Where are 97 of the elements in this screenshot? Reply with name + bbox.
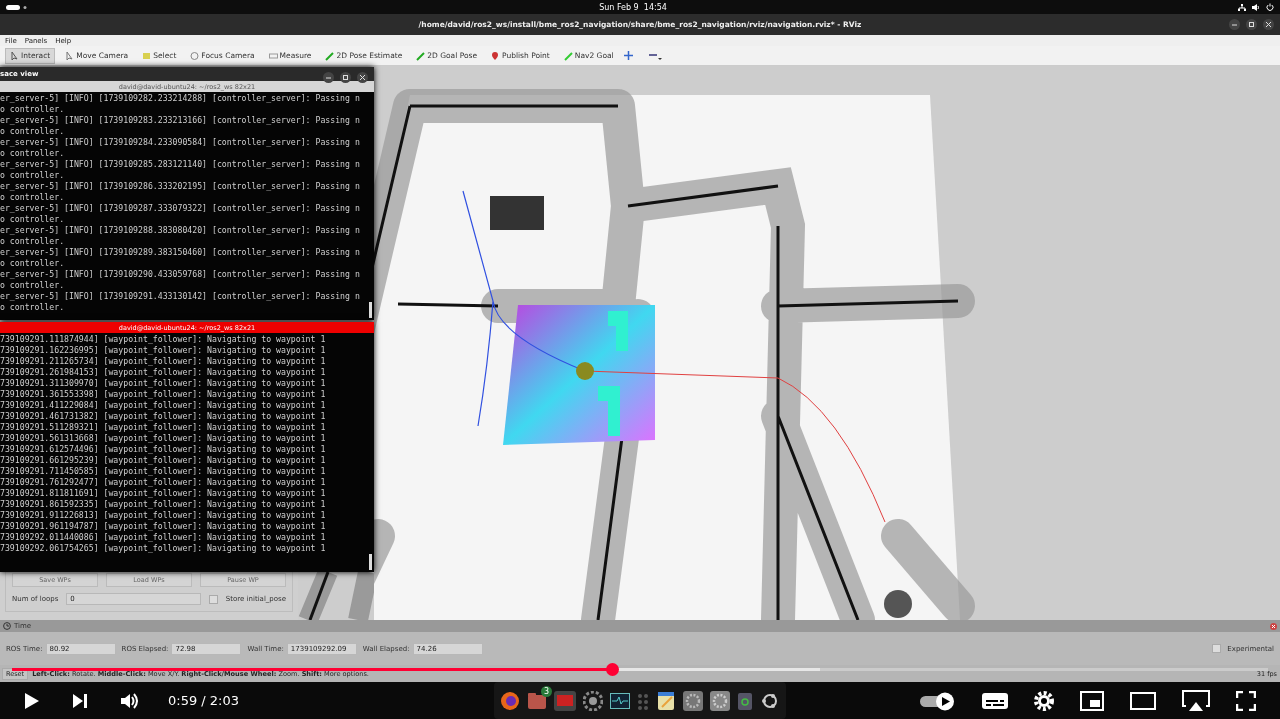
log-line: 739109291.711450585] [waypoint_follower]: Navigating to waypoint 1 bbox=[0, 466, 326, 477]
close-button[interactable] bbox=[1263, 19, 1274, 30]
log-line: er_server-5] [INFO] [1739109288.383080420] [controller_server]: Passing n bbox=[0, 225, 360, 236]
log-line: 739109291.111874944] [waypoint_follower]: Navigating to waypoint 1 bbox=[0, 334, 326, 345]
log-line: 739109291.261984153] [waypoint_follower]: Navigating to waypoint 1 bbox=[0, 367, 326, 378]
log-line: o controller. bbox=[0, 170, 65, 181]
fullscreen-icon bbox=[1236, 690, 1256, 711]
log-line: 739109291.911226813] [waypoint_follower]: Navigating to waypoint 1 bbox=[0, 510, 326, 521]
log-line: er_server-5] [INFO] [1739109290.433059768] [controller_server]: Passing n bbox=[0, 269, 360, 280]
gear-icon[interactable] bbox=[583, 690, 603, 711]
clock[interactable]: Sun Feb 9 14:54 bbox=[599, 2, 667, 12]
add-tool-icon[interactable] bbox=[648, 51, 663, 60]
log-line: 739109291.811811691] [waypoint_follower]: Navigating to waypoint 1 bbox=[0, 488, 326, 499]
gear-icon[interactable] bbox=[683, 690, 703, 711]
log-line: o controller. bbox=[0, 280, 65, 291]
play-button[interactable] bbox=[24, 691, 40, 710]
log-line: o controller. bbox=[0, 302, 65, 313]
log-line: 739109291.961194787] [waypoint_follower]: Navigating to waypoint 1 bbox=[0, 521, 326, 532]
miniplayer-icon bbox=[1080, 690, 1104, 711]
log-line: 739109292.011440086] [waypoint_follower]: Navigating to waypoint 1 bbox=[0, 532, 326, 543]
log-line: 739109291.612574496] [waypoint_follower]: Navigating to waypoint 1 bbox=[0, 444, 326, 455]
clock-icon bbox=[3, 622, 11, 630]
log-line: er_server-5] [INFO] [1739109283.233213166] [controller_server]: Passing n bbox=[0, 115, 360, 126]
map-drawing[interactable] bbox=[298, 572, 374, 620]
video-time: 0:59 / 2:03 bbox=[168, 693, 240, 708]
log-line: 739109291.361553398] [waypoint_follower]: Navigating to waypoint 1 bbox=[0, 389, 326, 400]
minimize-button[interactable] bbox=[1229, 19, 1240, 30]
volume-button[interactable] bbox=[120, 691, 140, 710]
log-line: 739109292.061754265] [waypoint_follower]: Navigating to waypoint 1 bbox=[0, 543, 326, 554]
theater-mode-button[interactable] bbox=[1130, 691, 1156, 710]
close-icon[interactable] bbox=[1270, 622, 1277, 630]
log-line: er_server-5] [INFO] [1739109285.283121140] [controller_server]: Passing n bbox=[0, 159, 360, 170]
power-icon[interactable] bbox=[1266, 3, 1274, 11]
notepad-icon[interactable] bbox=[656, 690, 676, 711]
log-line: er_server-5] [INFO] [1739109286.333202195] [controller_server]: Passing n bbox=[0, 181, 360, 192]
terminal-icon[interactable] bbox=[554, 690, 576, 711]
log-line: 739109291.661295239] [waypoint_follower]: Navigating to waypoint 1 bbox=[0, 455, 326, 466]
maximize-button[interactable] bbox=[340, 72, 351, 83]
workspace-indicator-icon[interactable] bbox=[6, 4, 28, 10]
log-line: o controller. bbox=[0, 236, 65, 247]
maximize-button[interactable] bbox=[1246, 19, 1257, 30]
settings-icon bbox=[1034, 690, 1054, 711]
log-line: o controller. bbox=[0, 214, 65, 225]
play-icon bbox=[24, 691, 40, 710]
log-line: 739109291.411229084] [waypoint_follower]: Navigating to waypoint 1 bbox=[0, 400, 326, 411]
browser-icon[interactable] bbox=[500, 690, 520, 711]
log-line: 739109291.162236995] [waypoint_follower]: Navigating to waypoint 1 bbox=[0, 345, 326, 356]
maximize-icon bbox=[343, 75, 348, 80]
log-line: o controller. bbox=[0, 126, 65, 137]
monitor-icon[interactable] bbox=[610, 690, 630, 711]
square-icon bbox=[142, 50, 152, 61]
volume-icon bbox=[120, 691, 140, 710]
scrollbar[interactable] bbox=[369, 302, 372, 318]
minimize-button[interactable] bbox=[323, 72, 334, 83]
log-line: er_server-5] [INFO] [1739109287.333079322] [controller_server]: Passing n bbox=[0, 203, 360, 214]
log-line: er_server-5] [INFO] [1739109284.233090584] [controller_server]: Passing n bbox=[0, 137, 360, 148]
pin-icon bbox=[491, 50, 501, 61]
log-line: o controller. bbox=[0, 104, 65, 115]
trash-icon[interactable] bbox=[737, 690, 753, 711]
minimize-icon bbox=[1232, 22, 1237, 27]
close-icon bbox=[360, 75, 365, 80]
notification-badge: 3 bbox=[541, 685, 552, 697]
toggle-icon bbox=[920, 690, 956, 711]
maximize-icon bbox=[1249, 22, 1254, 27]
autoplay-toggle[interactable] bbox=[920, 690, 956, 711]
theater-mode-icon bbox=[1130, 691, 1156, 710]
log-line: o controller. bbox=[0, 148, 65, 159]
gear-icon[interactable] bbox=[710, 690, 730, 711]
next-button[interactable] bbox=[72, 692, 88, 709]
network-icon[interactable] bbox=[1238, 3, 1246, 11]
log-line: 739109291.861592335] [waypoint_follower]: Navigating to waypoint 1 bbox=[0, 499, 326, 510]
log-line: o controller. bbox=[0, 258, 65, 269]
log-line: 739109291.311309970] [waypoint_follower]: Navigating to waypoint 1 bbox=[0, 378, 326, 389]
next-icon bbox=[72, 692, 88, 709]
move-icon[interactable] bbox=[623, 51, 633, 60]
log-line: 739109291.511289321] [waypoint_follower]: Navigating to waypoint 1 bbox=[0, 422, 326, 433]
log-line: 739109291.211265734] [waypoint_follower]: Navigating to waypoint 1 bbox=[0, 356, 326, 367]
log-line: 739109291.461731382] [waypoint_follower]: Navigating to waypoint 1 bbox=[0, 411, 326, 422]
log-line: 739109291.561313668] [waypoint_follower]: Navigating to waypoint 1 bbox=[0, 433, 326, 444]
log-line: er_server-5] [INFO] [1739109282.233214288] [controller_server]: Passing n bbox=[0, 93, 360, 104]
miniplayer-button[interactable] bbox=[1080, 690, 1104, 711]
log-line: er_server-5] [INFO] [1739109289.383150460] [controller_server]: Passing n bbox=[0, 247, 360, 258]
settings-button[interactable] bbox=[1034, 690, 1054, 711]
log-line: er_server-5] [INFO] [1739109291.433130142] [controller_server]: Passing n bbox=[0, 291, 360, 302]
checkbox[interactable] bbox=[1212, 644, 1222, 653]
log-line: o controller. bbox=[0, 192, 65, 203]
close-button[interactable] bbox=[357, 72, 368, 83]
log-line: 739109291.761292477] [waypoint_follower]: Navigating to waypoint 1 bbox=[0, 477, 326, 488]
fullscreen-button[interactable] bbox=[1236, 690, 1256, 711]
volume-icon[interactable] bbox=[1252, 3, 1260, 11]
cast-button[interactable] bbox=[1182, 689, 1210, 712]
circle-icon bbox=[190, 50, 200, 61]
cast-icon bbox=[1182, 689, 1210, 712]
scrollbar[interactable] bbox=[369, 554, 372, 570]
close-icon bbox=[1266, 22, 1271, 27]
minimize-icon bbox=[326, 75, 331, 80]
cursor-icon bbox=[10, 50, 19, 61]
